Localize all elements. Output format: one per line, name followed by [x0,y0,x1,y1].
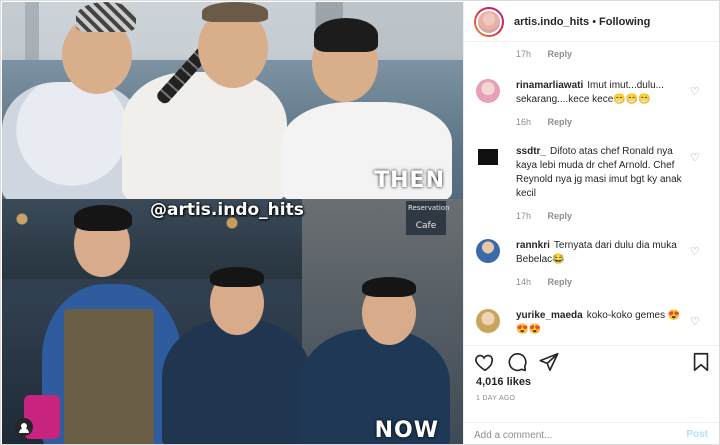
comment-meta: 14h Reply [516,277,573,287]
comment-username[interactable]: rinamarliawati [516,80,583,91]
likes-count[interactable]: 4,016 likes [476,376,531,388]
list-item: rinamarliawati Imut imut...dulu... sekara… [476,79,716,139]
heart-icon[interactable]: ♡ [690,86,702,98]
instagram-post-window: THEN Reservation Cafe NOW @artis.indo_hi… [0,0,720,445]
post-header: artis.indo_hits • Following [464,2,719,42]
post-side-panel: artis.indo_hits • Following 17h Reply ri… [463,2,719,444]
avatar[interactable] [474,6,504,37]
following-button[interactable]: Following [599,16,650,28]
comment-username[interactable]: rannkri [516,240,550,251]
cafe-sign: Cafe [415,221,437,231]
reply-button[interactable]: Reply [548,277,573,287]
comment-icon[interactable] [506,351,528,373]
avatar[interactable] [476,79,500,103]
avatar[interactable] [476,309,500,333]
comment-meta: 16h Reply [516,117,573,127]
avatar[interactable] [476,239,500,263]
action-bar [464,345,719,375]
bookmark-icon[interactable] [690,351,712,373]
comment-username[interactable]: yurike_maeda [516,310,583,321]
then-photo: THEN [2,2,463,202]
comment-meta: 17h Reply [516,211,573,221]
username-link[interactable]: artis.indo_hits [514,16,589,28]
then-label: THEN [374,168,445,193]
add-comment-bar: Post [464,422,719,444]
now-photo: Reservation Cafe NOW [2,199,463,444]
comments-list[interactable]: 17h Reply rinamarliawati Imut imut...dulu… [464,43,719,345]
comment-meta: 17h Reply [516,49,573,59]
list-item: rannkri Ternyata dari dulu dia muka Bebel… [476,239,716,295]
avatar[interactable] [478,149,498,165]
reply-button[interactable]: Reply [548,117,573,127]
reply-button[interactable]: Reply [548,211,573,221]
comment-input[interactable] [474,427,664,443]
post-image[interactable]: THEN Reservation Cafe NOW @artis.indo_hi… [2,2,463,444]
reply-button[interactable]: Reply [548,49,573,59]
heart-icon[interactable]: ♡ [690,246,702,258]
list-item: ssdtr_ Difoto atas chef Ronald nya kaya l… [476,145,716,221]
tagged-person-icon[interactable] [15,418,33,436]
watermark: @artis.indo_hits [150,200,304,220]
heart-icon[interactable]: ♡ [690,316,702,328]
heart-icon[interactable]: ♡ [690,152,702,164]
share-icon[interactable] [538,351,560,373]
comment-username[interactable]: ssdtr_ [516,146,546,157]
post-date: 1 DAY AGO [476,395,516,402]
separator-dot: • [592,15,597,28]
post-button[interactable]: Post [686,429,708,440]
heart-icon[interactable] [474,351,496,373]
list-item: yurike_maeda koko-koko gemes 😍😍😍 ♡ [476,309,716,345]
now-label: NOW [374,418,439,443]
